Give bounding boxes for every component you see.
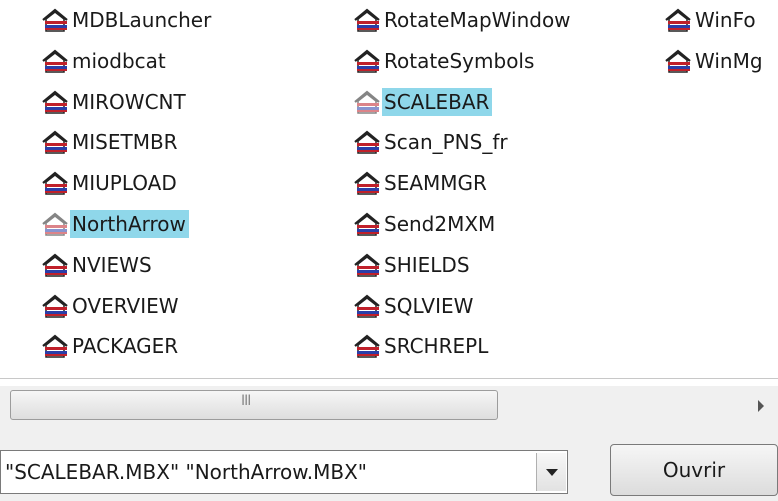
file-item-label: Scan_PNS_fr [384, 130, 508, 155]
file-item-label: miodbcat [72, 48, 166, 73]
file-item[interactable]: Scan_PNS_fr [352, 124, 511, 160]
file-item-label: NorthArrow [70, 210, 189, 238]
file-item-label: MDBLauncher [72, 8, 212, 32]
mapbasic-program-icon [352, 252, 382, 278]
mapbasic-program-icon [352, 89, 382, 115]
file-item[interactable]: WinFo [663, 2, 759, 38]
mapbasic-program-icon [40, 211, 70, 237]
file-item[interactable]: RotateSymbols [352, 43, 537, 79]
file-item-label: SCALEBAR [382, 87, 493, 116]
file-item[interactable]: SHIELDS [352, 247, 473, 283]
mapbasic-program-icon [352, 7, 382, 33]
file-item[interactable]: NorthArrow [40, 206, 189, 242]
mapbasic-program-icon [40, 170, 70, 196]
file-item-label: SRCHREPL [384, 334, 489, 359]
file-item-label: WinMg [695, 48, 763, 73]
mapbasic-program-icon [40, 333, 70, 359]
open-button[interactable]: Ouvrir [610, 444, 778, 496]
file-item-label: MIROWCNT [72, 89, 186, 114]
file-item-label: RotateMapWindow [384, 8, 571, 32]
file-item-label: MISETMBR [72, 130, 178, 155]
dialog-footer: "SCALEBAR.MBX" "NorthArrow.MBX" Ouvrir [0, 424, 778, 501]
combobox-dropdown-button[interactable] [536, 453, 566, 491]
file-item-label: SEAMMGR [384, 171, 487, 196]
file-item-label: SQLVIEW [384, 293, 474, 318]
mapbasic-program-icon [663, 7, 693, 33]
mapbasic-program-icon [40, 48, 70, 74]
file-item[interactable]: MDBLauncher [40, 2, 214, 38]
file-item[interactable]: RotateMapWindow [352, 2, 574, 38]
file-item[interactable]: Send2MXM [352, 206, 498, 242]
file-list[interactable]: MDBLauncher miodbcat MIROWCNT MISETMBR MIUPL… [0, 0, 778, 378]
file-item[interactable]: MIUPLOAD [40, 165, 180, 201]
mapbasic-program-icon [40, 252, 70, 278]
file-item[interactable]: SRCHREPL [352, 328, 491, 364]
mapbasic-program-icon [663, 48, 693, 74]
file-item-label: MIUPLOAD [72, 171, 177, 196]
mapbasic-program-icon [352, 293, 382, 319]
mapbasic-program-icon [352, 211, 382, 237]
mapbasic-program-icon [352, 129, 382, 155]
file-item-label: OVERVIEW [72, 293, 179, 318]
file-item[interactable]: SQLVIEW [352, 288, 476, 324]
file-item-label: PACKAGER [72, 334, 179, 359]
file-item[interactable]: SEAMMGR [352, 165, 490, 201]
file-item-label: WinFo [695, 8, 756, 32]
mapbasic-program-icon [40, 129, 70, 155]
scroll-right-arrow-icon[interactable] [758, 400, 764, 412]
mapbasic-program-icon [40, 293, 70, 319]
file-item-label: RotateSymbols [384, 48, 535, 73]
filename-input[interactable]: "SCALEBAR.MBX" "NorthArrow.MBX" [5, 460, 367, 484]
file-item[interactable]: PACKAGER [40, 328, 181, 364]
mapbasic-program-icon [352, 333, 382, 359]
file-item[interactable]: OVERVIEW [40, 288, 182, 324]
file-item[interactable]: WinMg [663, 43, 766, 79]
scrollbar-thumb[interactable]: III [10, 390, 498, 420]
mapbasic-program-icon [40, 89, 70, 115]
file-item[interactable]: SCALEBAR [352, 84, 493, 120]
file-item-label: Send2MXM [384, 212, 496, 236]
file-item-label: NVIEWS [72, 252, 152, 277]
file-item[interactable]: miodbcat [40, 43, 169, 79]
file-item[interactable]: MISETMBR [40, 124, 181, 160]
mapbasic-program-icon [352, 48, 382, 74]
file-item-label: SHIELDS [384, 252, 470, 277]
file-item[interactable]: NVIEWS [40, 247, 155, 283]
mapbasic-program-icon [40, 7, 70, 33]
file-item[interactable]: MIROWCNT [40, 84, 189, 120]
horizontal-scrollbar[interactable]: III [0, 386, 778, 424]
list-divider [0, 378, 778, 379]
scrollbar-grip: III [241, 393, 251, 409]
filename-combobox[interactable]: "SCALEBAR.MBX" "NorthArrow.MBX" [0, 450, 568, 494]
mapbasic-program-icon [352, 170, 382, 196]
